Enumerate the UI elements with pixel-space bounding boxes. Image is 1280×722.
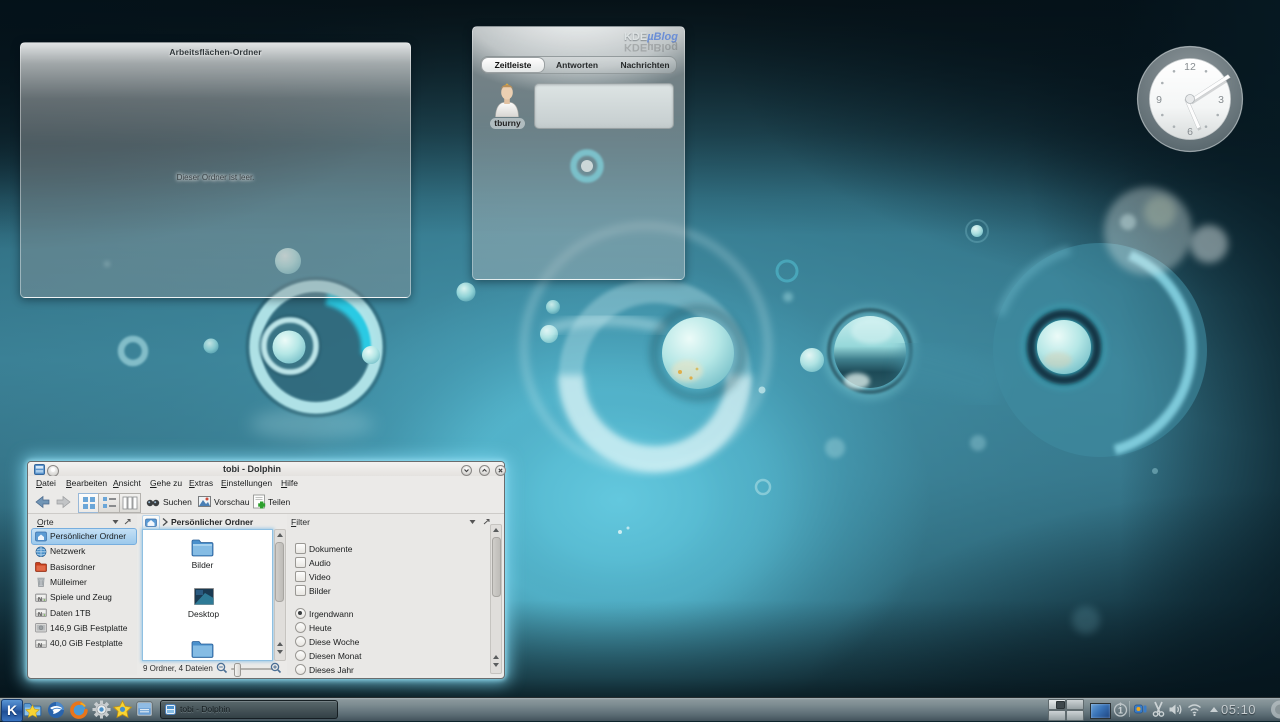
svg-text:N: N (38, 642, 42, 648)
svg-text:N: N (38, 612, 42, 618)
svg-text:12: 12 (1184, 61, 1196, 73)
svg-text:1: 1 (1118, 706, 1123, 716)
svg-text:3: 3 (1218, 94, 1224, 106)
svg-text:6: 6 (1187, 126, 1193, 138)
svg-text:9: 9 (1156, 94, 1162, 106)
svg-text:N: N (38, 596, 42, 602)
